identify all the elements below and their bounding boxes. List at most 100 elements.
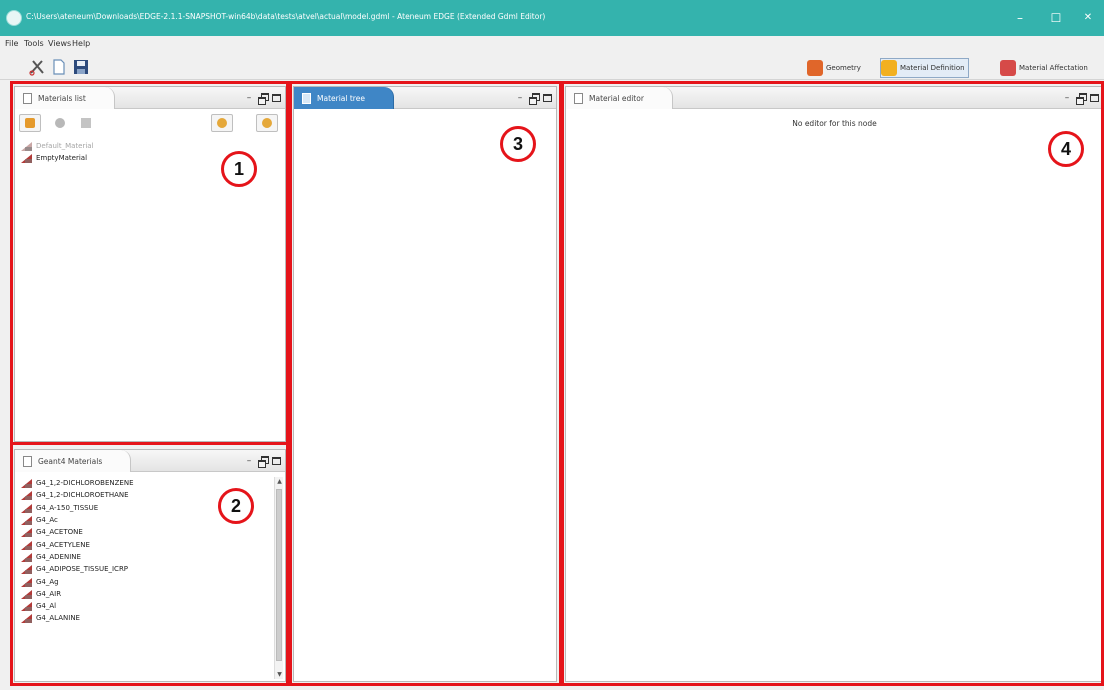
geant4-materials-scrollbar[interactable]: ▲ ▼ (274, 477, 283, 679)
tab-geant4-materials[interactable]: Geant4 Materials (15, 450, 132, 472)
perspective-geometry-label: Geometry (826, 64, 861, 72)
maximize-view-icon[interactable] (272, 457, 281, 465)
materials-list-panel: Materials list – Default_Material EmptyM… (14, 86, 286, 442)
annotation-label-1: 1 (221, 151, 257, 187)
perspective-material-definition[interactable]: Material Definition (880, 58, 969, 78)
material-icon (21, 613, 33, 624)
material-label: G4_Al (36, 602, 57, 611)
menu-bar: File Tools Views Help (0, 36, 1104, 52)
view-icon (302, 92, 311, 104)
material-label: G4_ACETONE (36, 528, 83, 537)
perspective-material-affectation[interactable]: Material Affectation (1000, 58, 1088, 78)
material-label: EmptyMaterial (36, 154, 88, 163)
restore-view-icon[interactable] (1076, 92, 1087, 105)
filter-material-button[interactable] (256, 114, 278, 132)
material-label: G4_Ag (36, 577, 59, 586)
search-material-button[interactable] (211, 114, 233, 132)
minimize-view-icon[interactable]: – (1062, 92, 1072, 104)
material-icon (21, 564, 33, 575)
copy-material-button[interactable] (49, 114, 71, 132)
material-label: G4_1,2-DICHLOROETHANE (36, 491, 129, 500)
material-label: G4_ADENINE (36, 552, 81, 561)
material-label: G4_ACETYLENE (36, 540, 90, 549)
delete-material-button[interactable] (75, 114, 97, 132)
material-tree-panel: Material tree – (293, 86, 557, 682)
annotation-label-3: 3 (500, 126, 536, 162)
copy-icon (55, 118, 65, 128)
material-label: G4_AIR (36, 589, 62, 598)
app-icon (6, 10, 22, 26)
minimize-view-icon[interactable]: – (244, 455, 254, 467)
material-editor-header: Material editor – (566, 87, 1103, 109)
add-material-button[interactable] (19, 114, 41, 132)
list-item[interactable]: G4_ACETYLENE (21, 538, 271, 550)
material-icon (21, 577, 33, 587)
view-icon (574, 92, 583, 104)
geant4-materials-panel: Geant4 Materials – G4_1,2-DICHLOROBENZEN… (14, 449, 286, 682)
material-icon (21, 552, 33, 562)
scroll-thumb[interactable] (276, 489, 282, 661)
material-editor-title: Material editor (589, 93, 644, 103)
tab-material-editor[interactable]: Material editor (566, 87, 673, 109)
material-icon (21, 589, 33, 599)
title-bar: C:\Users\ateneum\Downloads\EDGE-2.1.1-SN… (0, 0, 1104, 36)
list-item[interactable]: Default_Material (21, 140, 271, 152)
scroll-up-icon[interactable]: ▲ (275, 477, 284, 486)
materials-list-header: Materials list – (15, 87, 285, 109)
save-icon[interactable] (72, 58, 90, 76)
menu-tools[interactable]: Tools (24, 39, 44, 48)
window-title: C:\Users\ateneum\Downloads\EDGE-2.1.1-SN… (26, 12, 546, 21)
material-tree-controls: – (515, 92, 552, 105)
restore-view-icon[interactable] (258, 455, 269, 468)
list-item[interactable]: G4_AIR (21, 588, 271, 600)
maximize-view-icon[interactable] (543, 94, 552, 102)
list-item[interactable]: G4_ALANINE (21, 612, 271, 624)
material-icon (21, 515, 33, 526)
cut-icon[interactable] (28, 58, 46, 76)
maximize-view-icon[interactable] (1090, 94, 1099, 102)
view-icon (23, 455, 32, 467)
material-affectation-icon (1000, 60, 1016, 76)
menu-help[interactable]: Help (72, 39, 90, 48)
material-icon (21, 153, 33, 164)
minimize-view-icon[interactable]: – (515, 92, 525, 104)
view-icon (23, 92, 32, 104)
material-tree-title: Material tree (317, 93, 365, 103)
delete-icon (81, 118, 91, 128)
perspective-material-affectation-label: Material Affectation (1019, 64, 1088, 72)
material-icon (21, 490, 33, 501)
maximize-window-button[interactable]: ☐ (1041, 8, 1071, 28)
material-label: G4_A-150_TISSUE (36, 503, 99, 512)
scroll-down-icon[interactable]: ▼ (275, 670, 284, 679)
new-file-icon[interactable] (50, 58, 68, 76)
material-label: G4_1,2-DICHLOROBENZENE (36, 479, 134, 488)
material-icon (21, 141, 33, 152)
list-item[interactable]: G4_Ag (21, 575, 271, 587)
filter-icon (262, 118, 272, 128)
material-label: G4_Ac (36, 516, 58, 525)
materials-list-title: Materials list (38, 93, 86, 103)
material-editor-panel: Material editor – No editor for this nod… (565, 86, 1104, 682)
material-icon (21, 478, 33, 489)
list-item[interactable]: G4_Al (21, 600, 271, 612)
list-item[interactable]: G4_ADENINE (21, 551, 271, 563)
maximize-view-icon[interactable] (272, 94, 281, 102)
minimize-view-icon[interactable]: – (244, 92, 254, 104)
restore-view-icon[interactable] (529, 92, 540, 105)
close-window-button[interactable]: ✕ (1073, 8, 1103, 28)
tab-material-tree[interactable]: Material tree (294, 87, 394, 109)
restore-view-icon[interactable] (258, 92, 269, 105)
list-item[interactable]: G4_ADIPOSE_TISSUE_ICRP (21, 563, 271, 575)
material-tree-header: Material tree – (294, 87, 556, 109)
minimize-window-button[interactable]: – (1005, 8, 1035, 28)
materials-list-controls: – (244, 92, 281, 105)
perspective-geometry[interactable]: Geometry (807, 58, 861, 78)
menu-file[interactable]: File (5, 39, 18, 48)
list-item[interactable]: G4_ACETONE (21, 526, 271, 538)
tab-materials-list[interactable]: Materials list (15, 87, 115, 109)
search-icon (217, 118, 227, 128)
menu-views[interactable]: Views (48, 39, 71, 48)
materials-list-toolbar (19, 114, 281, 134)
editor-empty-message: No editor for this node (792, 119, 877, 128)
material-icon (21, 540, 33, 550)
